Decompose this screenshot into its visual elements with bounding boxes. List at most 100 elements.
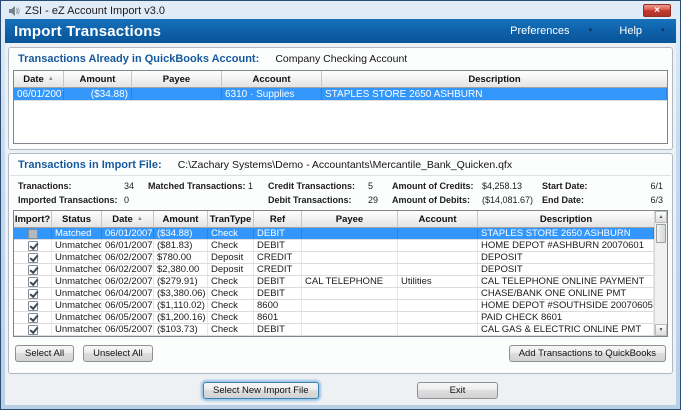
stat-spacer [248,195,268,205]
col-status[interactable]: Status [52,211,102,228]
import-cell [14,228,52,239]
col-import[interactable]: Import? [14,211,52,228]
description-cell: STAPLES STORE 2650 ASHBURN [478,228,654,239]
col-date[interactable]: Date ▲ [102,211,154,228]
import-checkbox[interactable] [28,229,38,239]
ref-cell: DEBIT [254,240,302,251]
exit-button[interactable]: Exit [417,382,498,399]
table-row[interactable]: Unmatched 06/02/2007 ($279.91) Check DEB… [14,276,654,288]
table-row[interactable]: Unmatched 06/02/2007 $2,380.00 Deposit C… [14,264,654,276]
amount-cell: ($34.88) [64,88,132,100]
qb-col-payee[interactable]: Payee [132,71,222,88]
scroll-down-icon[interactable]: ▼ [655,324,667,336]
add-transactions-button[interactable]: Add Transactions to QuickBooks [509,345,666,362]
stat-label: Debit Transactions: [268,195,368,205]
footer-bar: Select New Import File Exit [5,374,676,406]
date-cell: 06/02/2007 [102,276,154,287]
payee-cell [302,324,398,335]
help-label: Help [619,25,642,37]
description-cell: HOME DEPOT #SOUTHSIDE 20070605 [478,300,654,311]
table-row[interactable]: Unmatched 06/04/2007 ($3,380.06) Check D… [14,288,654,300]
qb-transactions-groupbox: Transactions Already in QuickBooks Accou… [8,47,673,150]
import-checkbox[interactable] [28,289,38,299]
description-cell: STAPLES STORE 2650 ASHBURN [322,88,667,100]
stat-value: 1 [248,181,268,191]
stat-label: Start Date: [542,181,592,191]
col-account[interactable]: Account [398,211,478,228]
import-file-path: C:\Zachary Systems\Demo - Accountants\Me… [178,159,512,171]
stat-label: Matched Transactions: [148,181,248,191]
menu-preferences[interactable]: Preferences ▼ [510,25,593,37]
import-checkbox[interactable] [28,265,38,275]
trantype-cell: Deposit [208,264,254,275]
import-checkbox[interactable] [28,325,38,335]
col-ref[interactable]: Ref [254,211,302,228]
import-cell [14,276,52,287]
table-row[interactable]: Unmatched 06/05/2007 ($1,110.02) Check 8… [14,300,654,312]
import-checkbox[interactable] [28,253,38,263]
chevron-down-icon: ▼ [660,28,666,34]
payee-cell [302,252,398,263]
date-cell: 06/05/2007 [102,324,154,335]
import-checkbox[interactable] [28,241,38,251]
col-payee[interactable]: Payee [302,211,398,228]
ref-cell: CREDIT [254,264,302,275]
col-amount[interactable]: Amount [154,211,208,228]
payee-cell [302,300,398,311]
table-row[interactable]: Unmatched 06/02/2007 $780.00 Deposit CRE… [14,252,654,264]
table-row[interactable]: Matched 06/01/2007 ($34.88) Check DEBIT … [14,228,654,240]
amount-cell: ($103.73) [154,324,208,335]
amount-cell: $780.00 [154,252,208,263]
import-cell [14,300,52,311]
import-checkbox[interactable] [28,313,38,323]
amount-cell: ($3,380.06) [154,288,208,299]
scrollbar-thumb[interactable] [656,224,666,243]
description-cell: PAID CHECK 8601 [478,312,654,323]
table-row[interactable]: 06/01/2007 ($34.88) 6310 · Supplies STAP… [14,88,667,101]
col-description[interactable]: Description [478,211,654,228]
payee-cell [302,288,398,299]
grid-button-row: Select All Unselect All Add Transactions… [9,337,672,362]
import-groupbox-header: Transactions in Import File: C:\Zachary … [9,154,672,174]
select-all-button[interactable]: Select All [15,345,74,362]
amount-cell: ($1,110.02) [154,300,208,311]
amount-cell: ($34.88) [154,228,208,239]
col-trantype[interactable]: TranType [208,211,254,228]
trantype-cell: Check [208,324,254,335]
import-checkbox[interactable] [28,301,38,311]
date-cell: 06/02/2007 [102,264,154,275]
chevron-down-icon: ▼ [587,28,593,34]
stat-label: Imported Transactions: [18,195,124,205]
import-stats: Tranactions: 34 Matched Transactions: 1 … [9,176,672,205]
trantype-cell: Check [208,300,254,311]
qb-col-amount[interactable]: Amount [64,71,132,88]
import-cell [14,264,52,275]
qb-col-date[interactable]: Date ▲ [14,71,64,88]
stat-label: Credit Transactions: [268,181,368,191]
sort-ascending-icon: ▲ [137,216,143,222]
select-new-import-file-button[interactable]: Select New Import File [203,382,319,399]
payee-cell [302,240,398,251]
table-row[interactable]: Unmatched 06/05/2007 ($103.73) Check DEB… [14,324,654,336]
import-cell [14,252,52,263]
trantype-cell: Check [208,228,254,239]
close-button[interactable]: × [643,4,671,17]
app-body: Import Transactions Preferences ▼ Help ▼… [5,19,676,405]
vertical-scrollbar[interactable]: ▲ ▼ [654,211,667,336]
window-frame: ZSI - eZ Account Import v3.0 × Import Tr… [0,0,681,410]
scroll-up-icon[interactable]: ▲ [655,211,667,223]
table-row[interactable]: Unmatched 06/01/2007 ($81.83) Check DEBI… [14,240,654,252]
import-cell [14,288,52,299]
qb-col-description[interactable]: Description [322,71,667,88]
account-cell [398,300,478,311]
date-cell: 06/01/2007 [14,88,64,100]
stat-value: $4,258.13 [482,181,542,191]
stat-value: 6/1 [592,181,663,191]
import-checkbox[interactable] [28,277,38,287]
qb-col-account[interactable]: Account [222,71,322,88]
unselect-all-button[interactable]: Unselect All [83,345,153,362]
table-row[interactable]: Unmatched 06/05/2007 ($1,200.16) Check 8… [14,312,654,324]
status-cell: Matched [52,228,102,239]
account-cell [398,312,478,323]
menu-help[interactable]: Help ▼ [619,25,666,37]
